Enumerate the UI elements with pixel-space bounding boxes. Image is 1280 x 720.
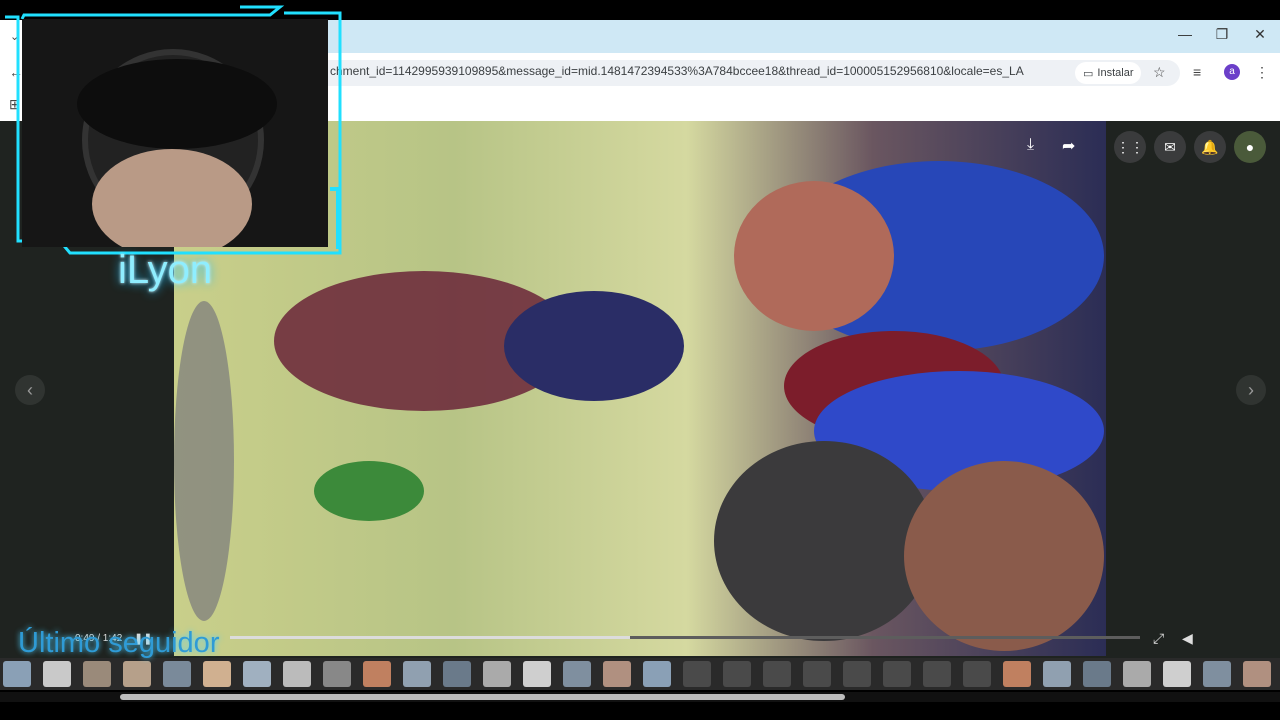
apps-grid-icon[interactable]: ⋮⋮ bbox=[1114, 131, 1146, 163]
scrollbar-thumb[interactable] bbox=[120, 694, 845, 700]
thumbnail-item[interactable] bbox=[1163, 661, 1191, 687]
thumbnail-item[interactable] bbox=[883, 661, 911, 687]
video-figure-face bbox=[734, 181, 894, 331]
thumbnail-item[interactable] bbox=[563, 661, 591, 687]
profile-avatar[interactable]: a bbox=[1224, 64, 1240, 80]
thumbnail-item[interactable] bbox=[1243, 661, 1271, 687]
thumbnail-item[interactable] bbox=[803, 661, 831, 687]
thumbnail-item[interactable] bbox=[203, 661, 231, 687]
media-control-icon[interactable]: ≡ bbox=[1193, 64, 1201, 80]
thumbnail-item[interactable] bbox=[1043, 661, 1071, 687]
video-crowd bbox=[174, 301, 234, 621]
thumbnail-item[interactable] bbox=[3, 661, 31, 687]
thumbnail-item[interactable] bbox=[443, 661, 471, 687]
thumbnail-item[interactable] bbox=[403, 661, 431, 687]
thumbnail-item[interactable] bbox=[1083, 661, 1111, 687]
install-label: Instalar bbox=[1097, 67, 1134, 79]
install-app-button[interactable]: ▭ Instalar bbox=[1075, 62, 1142, 84]
video-figure-shorts bbox=[504, 291, 684, 401]
thumbnail-item[interactable] bbox=[763, 661, 791, 687]
thumbnail-item[interactable] bbox=[83, 661, 111, 687]
thumbnail-item[interactable] bbox=[243, 661, 271, 687]
thumbnail-item[interactable] bbox=[323, 661, 351, 687]
webcam-feed bbox=[22, 19, 328, 247]
thumbnail-item[interactable] bbox=[843, 661, 871, 687]
thumbnail-item[interactable] bbox=[283, 661, 311, 687]
streamer-name: iLyon bbox=[118, 248, 213, 292]
profile-picture[interactable]: ● bbox=[1234, 131, 1266, 163]
minimize-button[interactable]: — bbox=[1175, 26, 1195, 42]
close-button[interactable]: ✕ bbox=[1250, 26, 1270, 43]
thumbnail-item[interactable] bbox=[483, 661, 511, 687]
bookmark-star-icon[interactable]: ☆ bbox=[1153, 64, 1166, 81]
last-follower-label: Último seguidor bbox=[18, 627, 220, 659]
share-icon[interactable]: ➦ bbox=[1062, 136, 1075, 156]
thumbnail-item[interactable] bbox=[923, 661, 951, 687]
thumbnail-item[interactable] bbox=[43, 661, 71, 687]
expand-icon[interactable]: ⤢ bbox=[1153, 630, 1164, 647]
thumbnail-item[interactable] bbox=[363, 661, 391, 687]
seek-progress bbox=[230, 636, 631, 639]
thumbnail-item[interactable] bbox=[683, 661, 711, 687]
thumbnail-item[interactable] bbox=[163, 661, 191, 687]
video-figure-head bbox=[714, 441, 934, 641]
video-bystander bbox=[314, 461, 424, 521]
thumbnail-item[interactable] bbox=[1003, 661, 1031, 687]
monitor-icon: ▭ bbox=[1083, 67, 1094, 80]
thumbnail-item[interactable] bbox=[643, 661, 671, 687]
seek-bar[interactable] bbox=[230, 636, 1140, 639]
next-arrow-icon[interactable]: › bbox=[1236, 375, 1266, 405]
bell-icon[interactable]: 🔔 bbox=[1194, 131, 1226, 163]
messenger-icon[interactable]: ✉ bbox=[1154, 131, 1186, 163]
url-text[interactable]: chment_id=1142995939109895&message_id=mi… bbox=[330, 64, 1060, 78]
volume-icon[interactable]: ◀ bbox=[1182, 630, 1193, 647]
video-figure-neck bbox=[904, 461, 1104, 651]
browser-menu-icon[interactable]: ⋮ bbox=[1255, 64, 1269, 81]
previous-arrow-icon[interactable]: ‹ bbox=[15, 375, 45, 405]
restore-button[interactable]: ❐ bbox=[1212, 26, 1232, 43]
download-icon[interactable]: ⤓ bbox=[1027, 136, 1034, 154]
thumbnail-item[interactable] bbox=[1123, 661, 1151, 687]
thumbnail-item[interactable] bbox=[523, 661, 551, 687]
thumbnail-item[interactable] bbox=[123, 661, 151, 687]
cap bbox=[77, 59, 277, 149]
webcam-overlay bbox=[0, 3, 345, 258]
thumbnail-item[interactable] bbox=[963, 661, 991, 687]
thumbnail-item[interactable] bbox=[603, 661, 631, 687]
thumbnail-item[interactable] bbox=[1203, 661, 1231, 687]
thumbnail-item[interactable] bbox=[723, 661, 751, 687]
